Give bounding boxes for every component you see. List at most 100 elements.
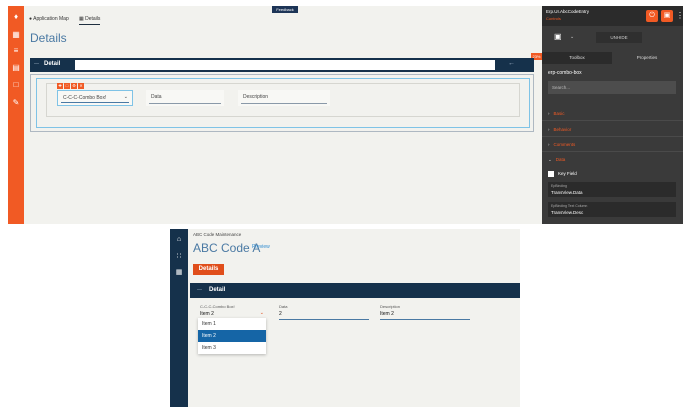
combo-box-value[interactable]: Item 2: [200, 311, 214, 317]
property-panel: Erp.UI.AbcCodeEntry Controls ⏻ ▣ ⋮ ▣ ⌄ U…: [542, 6, 683, 224]
detail-panel-label: Detail: [44, 61, 61, 67]
preview-label: Preview: [252, 244, 270, 250]
tab-properties[interactable]: Properties: [612, 52, 682, 64]
combo-box-caption: C-C-C-Combo Box!: [200, 304, 235, 309]
apps-grid-icon[interactable]: ∷: [174, 252, 184, 262]
edit-document-icon[interactable]: ✎: [11, 98, 21, 107]
home-icon[interactable]: ⌂: [174, 235, 184, 245]
combo-box-label: C-C-C-Combo Box!: [63, 95, 107, 101]
description-caption: Description: [380, 304, 401, 309]
description-field-label: Description: [243, 94, 269, 100]
ep-binding-text-label: EpBinding Text Column: [551, 204, 588, 208]
property-search-input[interactable]: Search...: [548, 81, 676, 94]
document-icon[interactable]: □: [11, 80, 21, 89]
chevron-down-icon[interactable]: ⌄: [570, 34, 574, 40]
data-field-label: Data: [151, 94, 162, 100]
chevron-down-icon[interactable]: ⌄: [260, 310, 264, 316]
combo-box-design-field[interactable]: ✚ □ ⚙ ✕ C-C-C-Combo Box! ⌄: [57, 83, 133, 106]
divider: [542, 151, 683, 152]
detail-panel-header[interactable]: — Detail: [190, 283, 520, 298]
chevron-right-icon: ›: [548, 142, 550, 147]
dropdown-option[interactable]: Item 3: [198, 342, 266, 354]
key-field-checkbox[interactable]: [548, 171, 554, 177]
ep-binding-text-value: TransView.Desc: [551, 210, 584, 215]
page-icon: ▦: [79, 16, 84, 22]
collapse-icon[interactable]: —: [197, 287, 202, 293]
field-underline: [241, 103, 327, 104]
composite-screenshot: ♦ ▦ ≡ ▤ □ ✎ Feedback ● Application Map ▦…: [0, 0, 690, 411]
preview-nav-rail: ⌂ ∷ ▦: [170, 229, 188, 407]
page-title: ABC Code A: [193, 241, 261, 255]
section-data[interactable]: ⌄ Data: [548, 157, 565, 163]
key-field-label: Key Field: [558, 171, 577, 176]
designer-tab-bar: ● Application Map ▦ Details: [24, 13, 542, 25]
detail-panel-header[interactable]: — Detail ←: [30, 58, 534, 72]
map-icon: ●: [29, 16, 33, 22]
ep-binding-value: TransView.Data: [551, 190, 583, 195]
app-path: Erp.UI.AbcCodeEntry: [546, 9, 590, 14]
tab-application-map[interactable]: ● Application Map: [29, 15, 69, 25]
tab-toolbox[interactable]: Toolbox: [542, 52, 612, 64]
copy-icon[interactable]: □: [64, 83, 70, 89]
field-underline: [279, 319, 369, 320]
details-button[interactable]: Details: [193, 264, 224, 275]
tab-details[interactable]: ▦ Details: [79, 15, 101, 25]
ep-binding-text-field[interactable]: EpBinding Text Column TransView.Desc: [548, 202, 676, 217]
layers-icon[interactable]: ♦: [11, 12, 21, 21]
delete-icon[interactable]: ✕: [78, 83, 84, 89]
laptop-icon[interactable]: ▣: [554, 32, 562, 41]
page-title: Details: [30, 31, 67, 45]
section-behavior[interactable]: › Behavior: [548, 127, 571, 132]
designer-canvas: Feedback ● Application Map ▦ Details Det…: [24, 6, 542, 224]
breadcrumb[interactable]: ABC Code Maintenance: [193, 232, 241, 237]
move-icon[interactable]: ✚: [57, 83, 63, 89]
designer-screen: ♦ ▦ ≡ ▤ □ ✎ Feedback ● Application Map ▦…: [8, 6, 683, 224]
data-field[interactable]: Data 2: [279, 304, 369, 320]
preview-screen: ⌂ ∷ ▦ ABC Code Maintenance ABC Code A Pr…: [170, 229, 520, 407]
description-design-field[interactable]: Description: [238, 90, 330, 106]
list-check-icon[interactable]: ≡: [11, 46, 21, 55]
back-arrow-icon[interactable]: ←: [508, 60, 515, 67]
divider: [542, 120, 683, 121]
detail-panel-label: Detail: [209, 287, 226, 293]
table-icon[interactable]: ▦: [11, 30, 21, 39]
save-icon[interactable]: ▣: [661, 10, 673, 22]
tab-label: Details: [85, 16, 101, 22]
dropdown-option[interactable]: Item 1: [198, 318, 266, 330]
description-field[interactable]: Description Item 2: [380, 304, 470, 320]
dropdown-option-selected[interactable]: Item 2: [198, 330, 266, 342]
unhide-button[interactable]: UNHIDE: [596, 32, 642, 43]
data-value[interactable]: 2: [279, 311, 282, 317]
panel-section: Controls: [546, 16, 561, 21]
description-value[interactable]: Item 2: [380, 311, 394, 317]
divider: [542, 136, 683, 137]
data-icon[interactable]: ▤: [11, 63, 21, 72]
chevron-right-icon: ›: [548, 127, 550, 132]
feedback-button[interactable]: Feedback: [272, 6, 298, 13]
section-label: Comments: [553, 142, 576, 147]
ep-binding-field[interactable]: EpBinding TransView.Data: [548, 182, 676, 197]
designer-nav-rail: ♦ ▦ ≡ ▤ □ ✎: [8, 6, 24, 224]
data-design-field[interactable]: Data: [146, 90, 224, 106]
section-basic[interactable]: › Basic: [548, 111, 565, 116]
field-underline: [61, 102, 129, 103]
combo-box-dropdown: Item 1 Item 2 Item 3: [198, 318, 266, 354]
more-options-icon[interactable]: ⋮: [676, 11, 683, 20]
field-underline: [380, 319, 470, 320]
field-row[interactable]: ✚ □ ⚙ ✕ C-C-C-Combo Box! ⌄ Data Descript…: [46, 83, 520, 117]
component-name: erp-combo-box: [548, 70, 582, 76]
panel-header: Erp.UI.AbcCodeEntry Controls ⏻ ▣ ⋮: [542, 6, 683, 26]
field-underline: [149, 103, 221, 104]
detail-panel-title-field[interactable]: [75, 60, 495, 70]
power-icon[interactable]: ⏻: [646, 10, 658, 22]
dashboard-icon[interactable]: ▦: [174, 268, 184, 278]
data-caption: Data: [279, 304, 288, 309]
settings-icon[interactable]: ⚙: [71, 83, 77, 89]
collapse-icon[interactable]: —: [34, 61, 39, 67]
section-label: Behavior: [553, 127, 572, 132]
section-comments[interactable]: › Comments: [548, 142, 575, 147]
chevron-right-icon: ›: [548, 111, 550, 116]
chevron-down-icon: ⌄: [548, 157, 552, 162]
section-label: Basic: [553, 111, 565, 116]
chevron-down-icon: ⌄: [123, 94, 128, 100]
